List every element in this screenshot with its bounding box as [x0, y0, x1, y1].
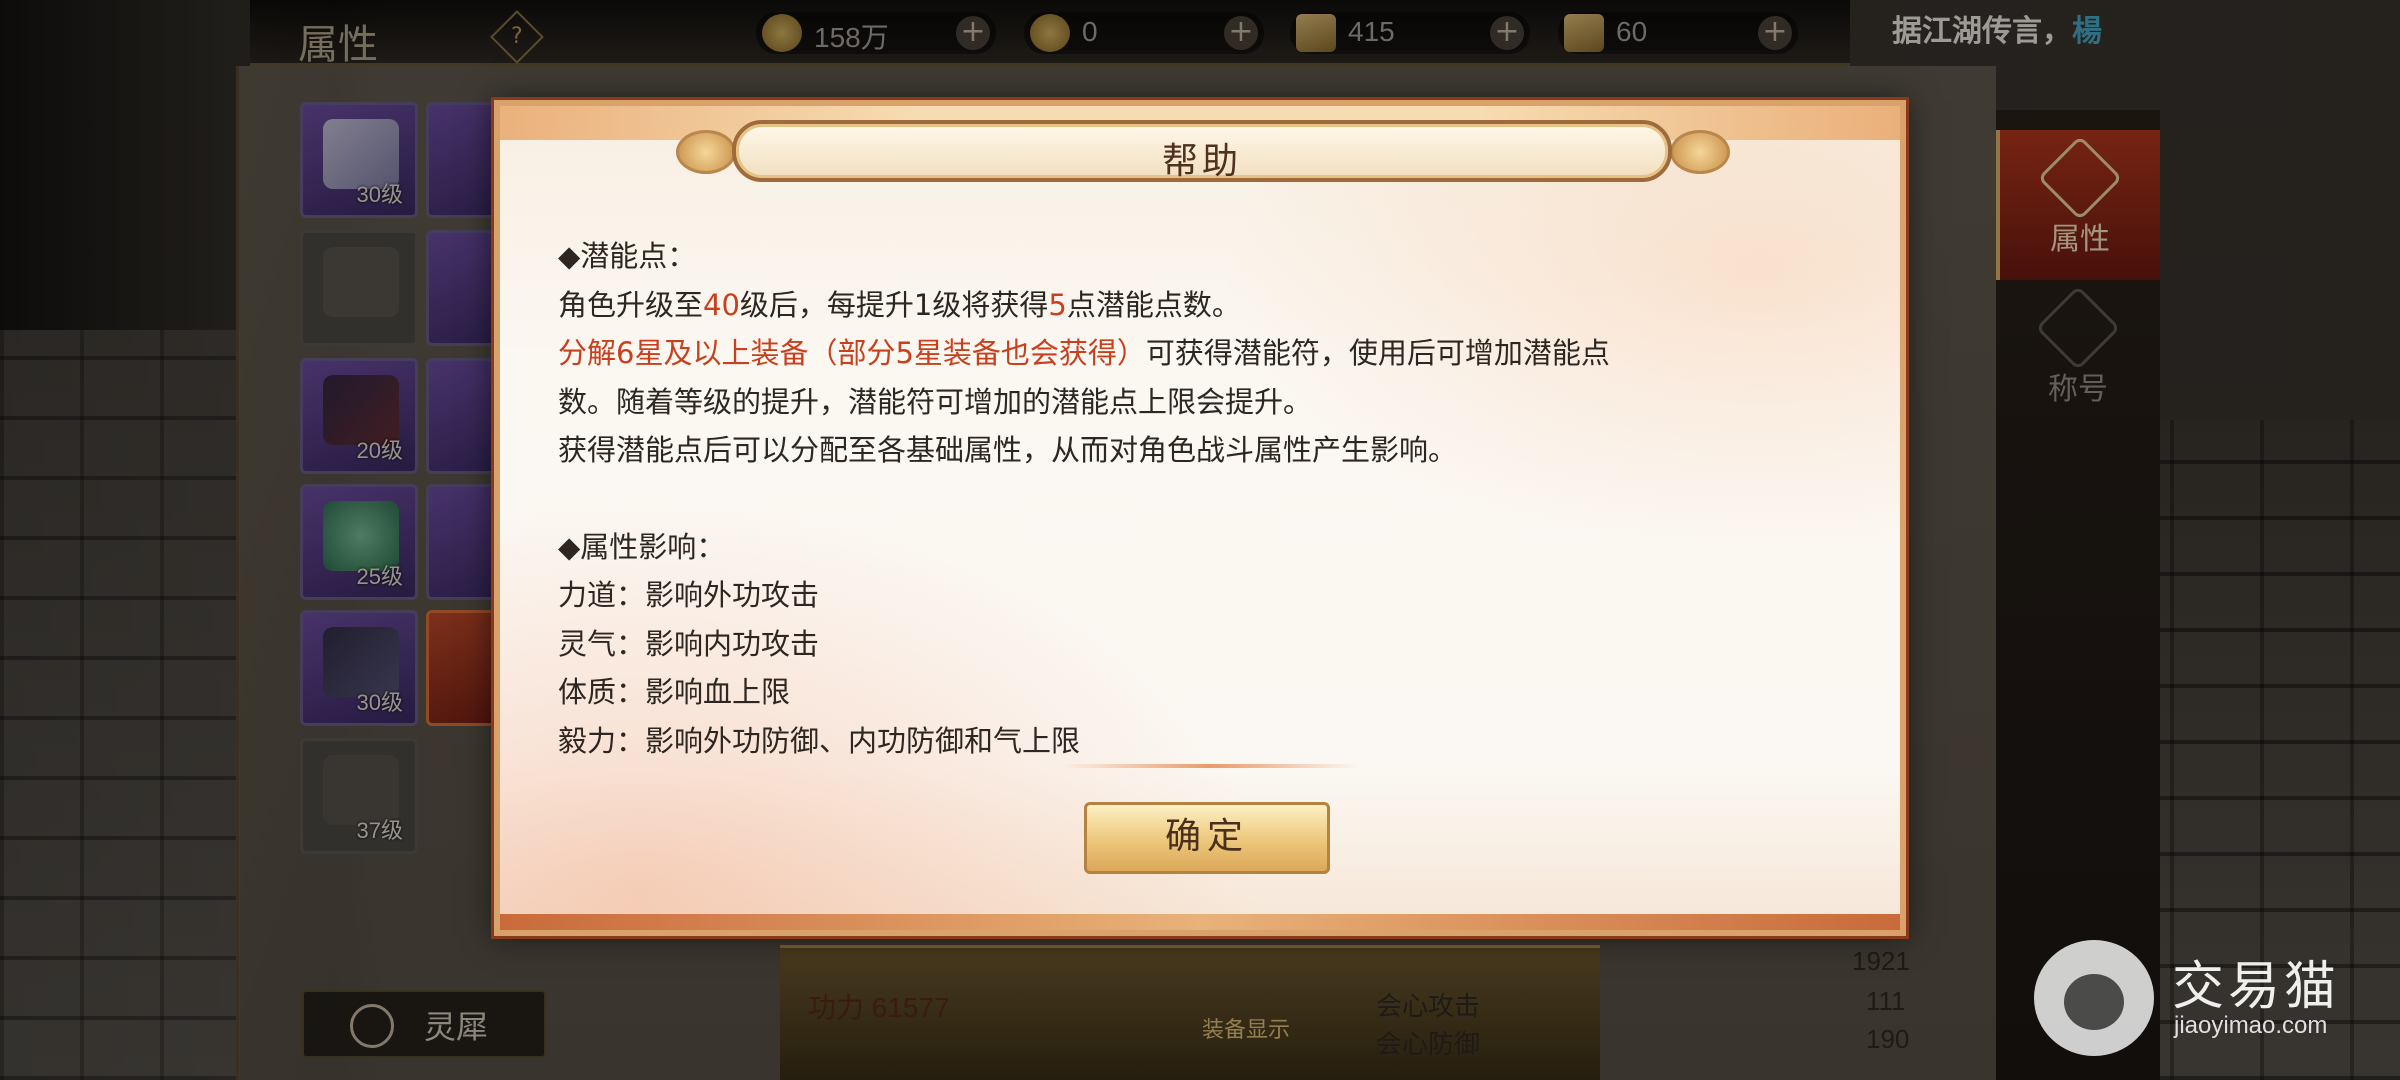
line1-text-a: 角色升级至	[558, 287, 704, 322]
help-line-2: 分解6星及以上装备（部分5星装备也会获得）可获得潜能符，使用后可增加潜能点	[558, 329, 1858, 378]
effect-strength: 力道：影响外功攻击	[558, 578, 820, 612]
watermark-domain: jiaoyimao.com	[2174, 1012, 2328, 1039]
line2-highlight-a: 分解	[558, 336, 617, 370]
line1-highlight-points: 5	[1048, 287, 1067, 322]
help-line-3: 数。随着等级的提升，潜能符可增加的潜能点上限会提升。	[558, 384, 1313, 419]
dialog-title: 帮助	[1161, 141, 1242, 182]
line1-text-c: 级后，每提升1级将获得	[739, 287, 1049, 322]
watermark: 交易猫 jiaoyimao.com	[2034, 940, 2380, 1060]
cloud-ornament-right-icon	[1670, 130, 1730, 174]
dialog-title-plate: 帮助	[732, 120, 1672, 182]
dialog-bottom-border	[500, 914, 1900, 930]
help-content: ◆潜能点： 角色升级至40级后，每提升1级将获得5点潜能点数。 分解6星及以上装…	[558, 232, 1858, 765]
line1-text-e: 点潜能点数。	[1066, 287, 1241, 322]
line1-highlight-level: 40	[703, 287, 740, 322]
cat-face-icon	[2064, 974, 2124, 1030]
effect-perseverance: 毅力：影响外功防御、内功防御和气上限	[558, 723, 1081, 758]
effect-spirit: 灵气：影响内功攻击	[558, 626, 820, 661]
dialog-divider	[1060, 764, 1360, 768]
section-heading-effects: ◆属性影响：	[558, 529, 726, 564]
help-dialog: 帮助 ◆潜能点： 角色升级至40级后，每提升1级将获得5点潜能点数。 分解6星及…	[494, 100, 1906, 936]
line2-highlight-b: 6星及以上装备（部分5星装备也会获得）	[616, 336, 1146, 370]
help-line-4: 获得潜能点后可以分配至各基础属性，从而对角色战斗属性产生影响。	[558, 433, 1458, 467]
watermark-brand: 交易猫	[2172, 957, 2341, 1017]
line2-text-c: 可获得潜能符，使用后可增加潜能点	[1145, 336, 1610, 370]
section-heading-potential: ◆潜能点：	[558, 239, 697, 273]
confirm-button[interactable]: 确定	[1084, 802, 1330, 874]
help-line-1: 角色升级至40级后，每提升1级将获得5点潜能点数。	[558, 281, 1858, 330]
cat-logo-icon	[2034, 940, 2154, 1056]
effect-constitution: 体质：影响血上限	[558, 675, 791, 709]
cloud-ornament-left-icon	[676, 130, 736, 174]
